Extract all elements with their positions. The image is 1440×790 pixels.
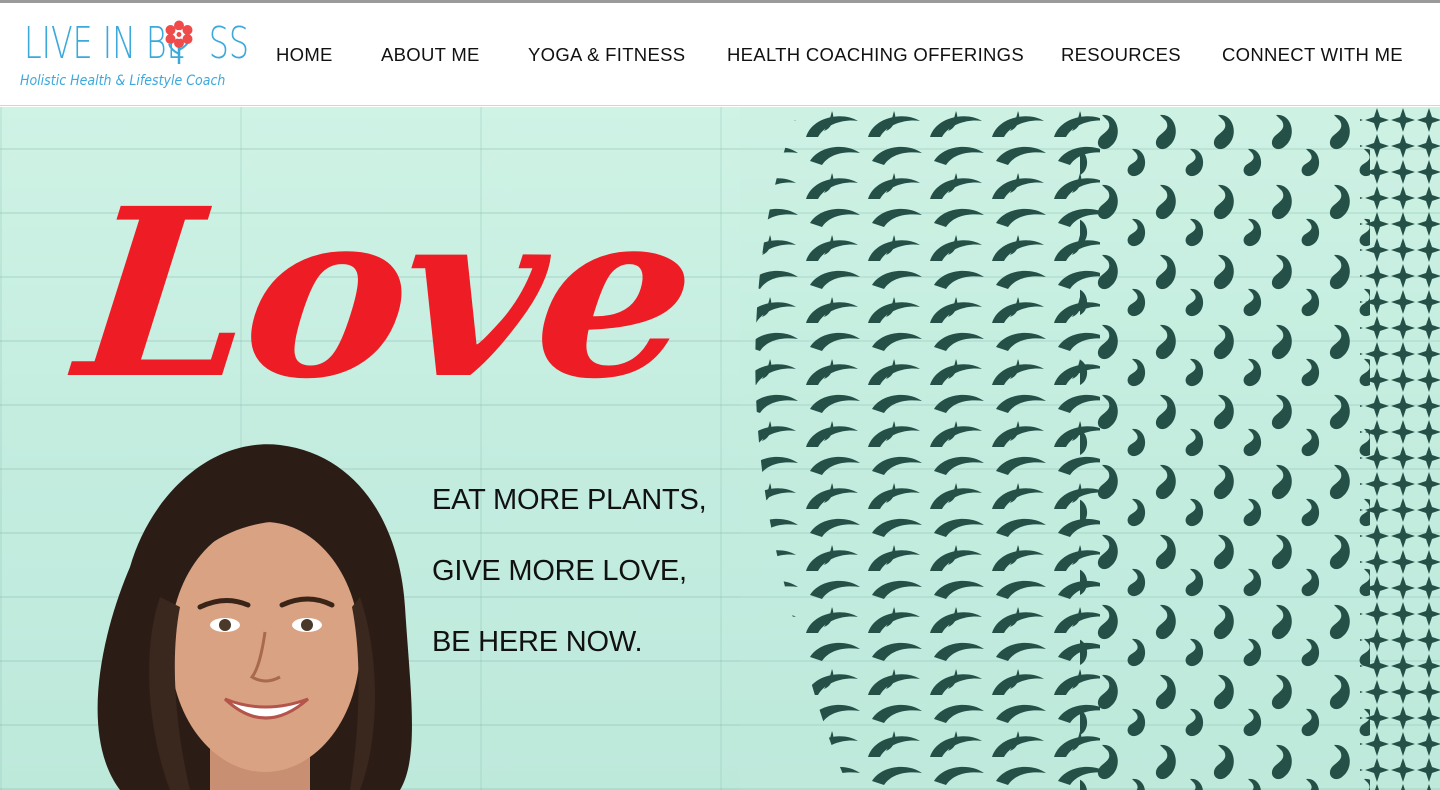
slogan-line-1: EAT MORE PLANTS, bbox=[432, 484, 707, 516]
nav-resources[interactable]: RESOURCES bbox=[1061, 43, 1181, 67]
site-logo[interactable]: LIVE IN BL SS Holistic Health & Lifestyle… bbox=[20, 13, 249, 98]
logo-wordmark-start: LIVE IN BL bbox=[24, 18, 185, 69]
flower-icon bbox=[165, 20, 193, 64]
slogan-block: EAT MORE PLANTS, GIVE MORE LOVE, BE HERE… bbox=[432, 482, 707, 695]
nav-yoga-fitness[interactable]: YOGA & FITNESS bbox=[528, 43, 685, 67]
logo-wordmark: LIVE IN BL SS bbox=[24, 17, 249, 71]
nav-about-me[interactable]: ABOUT ME bbox=[381, 43, 480, 67]
logo-wordmark-end: SS bbox=[208, 18, 249, 69]
nav-home[interactable]: HOME bbox=[276, 43, 333, 67]
nav-connect-with-me[interactable]: CONNECT WITH ME bbox=[1222, 43, 1403, 67]
nav-health-coaching-offerings[interactable]: HEALTH COACHING OFFERINGS bbox=[727, 43, 1024, 67]
portrait-photo bbox=[97, 444, 412, 790]
slogan-line-2: GIVE MORE LOVE, bbox=[432, 555, 687, 587]
logo-tagline: Holistic Health & Lifestyle Coach bbox=[20, 73, 226, 89]
love-script-heading: Love bbox=[67, 157, 703, 430]
hero-banner: Love EAT MORE PLANTS, GIVE MORE LOVE, BE… bbox=[0, 107, 1440, 790]
site-header: LIVE IN BL SS Holistic Health & Lifestyle… bbox=[0, 3, 1440, 106]
pattern-mural bbox=[740, 107, 1440, 790]
slogan-line-3: BE HERE NOW. bbox=[432, 626, 643, 658]
